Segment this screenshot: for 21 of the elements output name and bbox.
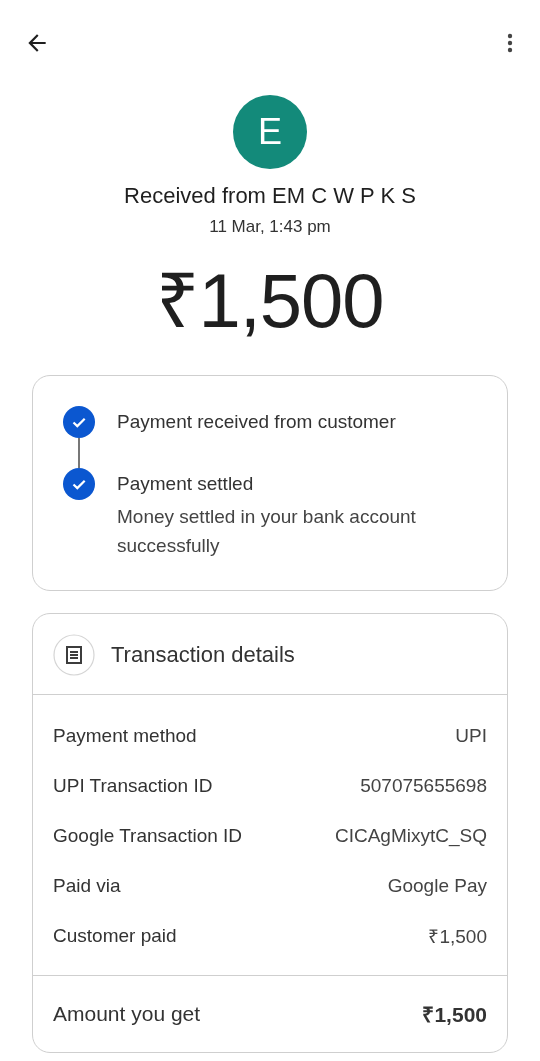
details-title: Transaction details	[111, 642, 295, 668]
detail-value: UPI	[455, 725, 487, 747]
payment-amount: ₹1,500	[156, 263, 384, 339]
payment-title: Received from EM C W P K S	[124, 183, 416, 209]
detail-value: 507075655698	[360, 775, 487, 797]
detail-label: Payment method	[53, 725, 197, 747]
avatar: E	[233, 95, 307, 169]
receipt-icon	[53, 634, 95, 676]
detail-value: CICAgMixytC_SQ	[334, 825, 487, 847]
detail-label: Google Transaction ID	[53, 825, 243, 847]
total-value: ₹1,500	[422, 1002, 487, 1028]
detail-label: Customer paid	[53, 925, 177, 947]
detail-value: ₹1,500	[428, 925, 487, 949]
step-title: Payment received from customer	[117, 410, 396, 434]
step-description: Money settled in your bank account successfully	[117, 505, 417, 558]
step-title: Payment settled	[117, 472, 255, 496]
detail-label: UPI Transaction ID	[53, 775, 213, 797]
total-label: Amount you get	[53, 1002, 201, 1026]
detail-label: Paid via	[53, 875, 121, 897]
detail-value: Google Pay	[387, 875, 487, 897]
payment-date: 11 Mar, 1:43 pm	[209, 217, 331, 237]
